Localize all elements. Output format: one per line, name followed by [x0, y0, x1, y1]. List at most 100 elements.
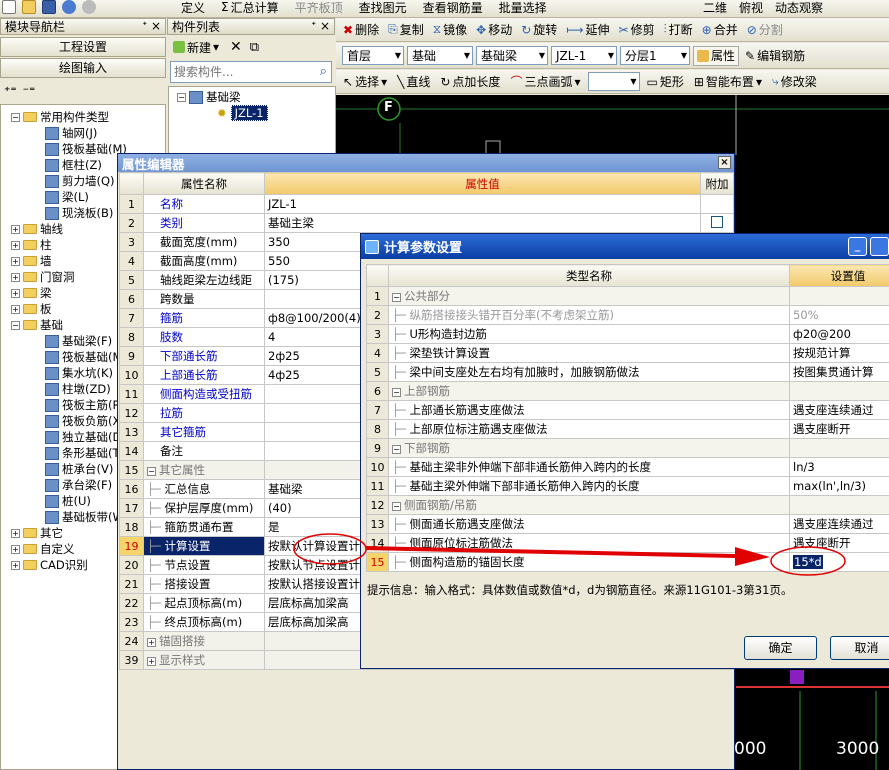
pin-icon[interactable]: ᐩ	[142, 19, 147, 34]
property-row[interactable]: 1 名称 JZL-1	[119, 194, 734, 214]
close-icon[interactable]: ×	[320, 19, 330, 34]
collapse-toggle[interactable]: −	[392, 388, 401, 397]
project-settings-button[interactable]: 工程设置	[0, 37, 166, 57]
property-value[interactable]: JZL-1	[264, 194, 701, 214]
calc-param-row[interactable]: 4 ├─ 梁垫铁计算设置 按规范计算	[366, 343, 889, 363]
redo-icon[interactable]	[82, 0, 96, 14]
calc-dialog-titlebar[interactable]: 计算参数设置 _	[361, 234, 889, 259]
delete-icon[interactable]: ✕	[230, 39, 242, 55]
smart-layout-button[interactable]: ⊞ 智能布置 ▾	[691, 72, 765, 92]
extend-button[interactable]: ⟼ 延伸	[563, 20, 612, 40]
new-file-icon[interactable]	[2, 0, 16, 14]
collapse-toggle[interactable]: −	[11, 112, 20, 122]
param-value[interactable]: ln/3	[789, 457, 889, 477]
category-select[interactable]: 基础 ▼	[407, 46, 473, 65]
expand-toggle[interactable]: +	[11, 304, 20, 314]
calc-group-row[interactable]: 1− 公共部分	[366, 286, 889, 306]
close-icon[interactable]: ×	[718, 156, 731, 169]
save-icon[interactable]	[42, 0, 56, 14]
view-rebar-button[interactable]: 查看钢筋量	[420, 0, 486, 17]
param-value[interactable]: 按图集贯通计算	[789, 362, 889, 382]
properties-button[interactable]: 属性	[693, 45, 740, 66]
view-top-button[interactable]: 俯视	[736, 0, 766, 17]
param-value[interactable]: 遇支座连续通过	[789, 400, 889, 420]
maximize-icon[interactable]	[870, 237, 889, 256]
break-button[interactable]: ⫶ 打断	[661, 20, 696, 40]
edit-rebar-button[interactable]: ✎ 编辑钢筋	[742, 46, 808, 66]
expand-toggle[interactable]: +	[11, 272, 20, 282]
calc-group-row[interactable]: 12− 侧面钢筋/吊筋	[366, 495, 889, 515]
merge-button[interactable]: ⊕ 合并	[699, 20, 741, 40]
collapse-toggle[interactable]: −	[147, 467, 156, 476]
type-select[interactable]: 基础梁 ▼	[476, 46, 548, 65]
rectangle-tool-button[interactable]: ▭ 矩形	[644, 72, 687, 92]
view-2d-button[interactable]: 二维	[700, 0, 730, 17]
split-button[interactable]: ⊘ 分割	[744, 20, 786, 40]
calc-param-row[interactable]: 3 ├─ U形构造封边筋 ф20@200	[366, 324, 889, 344]
close-icon[interactable]: ×	[151, 19, 161, 34]
calc-param-row[interactable]: 2 ├─ 纵筋搭接接头错开百分率(不考虑架立筋) 50%	[366, 305, 889, 325]
copy-icon[interactable]: ⧉	[250, 40, 259, 55]
component-select[interactable]: JZL-1 ▼	[551, 46, 617, 65]
minimize-icon[interactable]: _	[848, 237, 867, 256]
line-tool-button[interactable]: ╲ 直线	[394, 72, 433, 92]
layer-select[interactable]: 分层1 ▼	[620, 46, 690, 65]
param-value[interactable]: 遇支座断开	[789, 419, 889, 439]
expand-all-icon[interactable]: ⁺⁼	[4, 84, 17, 98]
calc-group-row[interactable]: 6− 上部钢筋	[366, 381, 889, 401]
calc-group-row[interactable]: 9− 下部钢筋	[366, 438, 889, 458]
calc-param-row[interactable]: 11 ├─ 基础主梁外伸端下部非通长筋伸入跨内的长度 max(ln',ln/3)	[366, 476, 889, 496]
expand-toggle[interactable]: +	[11, 224, 20, 234]
collapse-toggle[interactable]: −	[392, 445, 401, 454]
search-icon[interactable]: ⌕	[320, 64, 327, 79]
calc-param-row[interactable]: 10 ├─ 基础主梁非外伸端下部非通长筋伸入跨内的长度 ln/3	[366, 457, 889, 477]
collapse-all-icon[interactable]: ⁻⁼	[23, 84, 36, 98]
trim-button[interactable]: ✂ 修剪	[616, 20, 658, 40]
cancel-button[interactable]: 取消	[830, 636, 889, 660]
expand-toggle[interactable]: +	[147, 638, 156, 647]
param-value[interactable]: 50%	[789, 305, 889, 325]
param-value-editor[interactable]: 15*d	[793, 555, 823, 569]
delete-button[interactable]: ✖ 删除	[340, 20, 382, 40]
three-point-arc-button[interactable]: ⌒ 三点画弧 ▾	[507, 72, 583, 92]
ok-button[interactable]: 确定	[744, 636, 817, 660]
calc-param-row[interactable]: 13 ├─ 侧面通长筋遇支座做法 遇支座连续通过	[366, 514, 889, 534]
sum-calc-button[interactable]: Σ 汇总计算	[218, 0, 282, 17]
calc-param-row[interactable]: 8 ├─ 上部原位标注筋遇支座做法 遇支座断开	[366, 419, 889, 439]
batch-select-button[interactable]: 批量选择	[496, 0, 550, 17]
mirror-button[interactable]: ⧖ 镜像	[430, 20, 470, 40]
select-tool-button[interactable]: ↖ 选择 ▾	[340, 72, 390, 92]
expand-toggle[interactable]: +	[11, 528, 20, 538]
property-value[interactable]: 基础主梁	[264, 213, 701, 233]
property-row[interactable]: 2 类别 基础主梁	[119, 213, 734, 233]
param-value[interactable]: 遇支座断开	[789, 533, 889, 553]
param-value[interactable]: ф20@200	[789, 324, 889, 344]
param-value[interactable]: 遇支座连续通过	[789, 514, 889, 534]
point-length-button[interactable]: ↻ 点加长度	[437, 72, 503, 92]
modify-beam-button[interactable]: ⤷ 修改梁	[769, 72, 820, 92]
open-folder-icon[interactable]	[22, 0, 36, 14]
nav-tree-folder[interactable]: − 常用构件类型	[1, 109, 165, 125]
expand-toggle[interactable]: +	[11, 544, 20, 554]
expand-toggle[interactable]: +	[147, 657, 156, 666]
expand-toggle[interactable]: +	[11, 256, 20, 266]
nav-tree-item[interactable]: 轴网(J)	[1, 125, 165, 141]
draw-mode-select[interactable]: ▼	[587, 72, 640, 91]
param-value[interactable]: max(ln',ln/3)	[789, 476, 889, 496]
collapse-toggle[interactable]: −	[392, 502, 401, 511]
grip-point[interactable]	[790, 670, 804, 684]
collapse-toggle[interactable]: −	[177, 92, 186, 102]
param-value[interactable]: 15*d	[789, 552, 889, 572]
calc-param-row[interactable]: 7 ├─ 上部通长筋遇支座做法 遇支座连续通过	[366, 400, 889, 420]
comp-tree-root[interactable]: − 基础梁	[177, 89, 335, 105]
expand-toggle[interactable]: +	[11, 240, 20, 250]
orbit-button[interactable]: 动态观察	[772, 0, 826, 17]
property-editor-titlebar[interactable]: 属性编辑器 ×	[118, 154, 734, 172]
calc-param-row[interactable]: 15 ├─ 侧面构造筋的锚固长度 15*d	[366, 552, 889, 572]
calc-param-row[interactable]: 14 ├─ 侧面原位标注筋做法 遇支座断开	[366, 533, 889, 553]
undo-icon[interactable]	[62, 0, 76, 14]
collapse-toggle[interactable]: −	[11, 320, 20, 330]
pin-icon[interactable]: ᐩ	[311, 19, 316, 34]
calc-param-row[interactable]: 5 ├─ 梁中间支座处左右均有加腋时，加腋钢筋做法 按图集贯通计算	[366, 362, 889, 382]
expand-toggle[interactable]: +	[11, 288, 20, 298]
